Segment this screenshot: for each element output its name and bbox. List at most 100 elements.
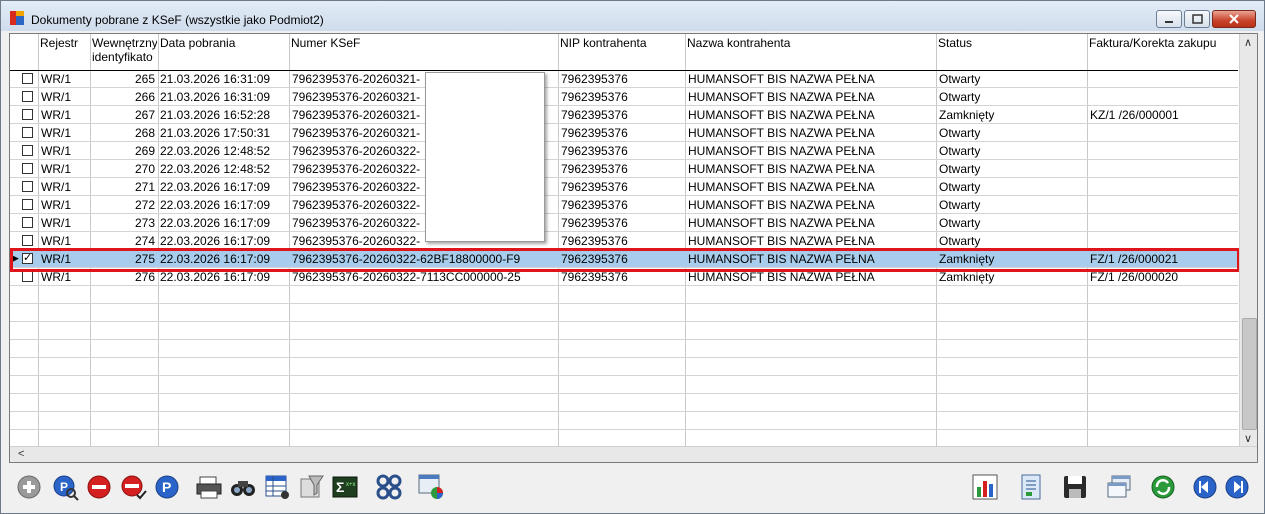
col-header-status[interactable]: Status	[937, 34, 1085, 71]
row-checkbox[interactable]	[22, 127, 33, 138]
cell-status: Zamknięty	[939, 108, 995, 122]
documents-grid[interactable]: Rejestr Wewnętrzny identyfikato Data pob…	[9, 33, 1258, 463]
cell-nip: 7962395376	[561, 144, 628, 158]
col-header-data-pobrania[interactable]: Data pobrania	[159, 34, 287, 71]
modules-icon[interactable]	[375, 473, 403, 501]
col-header-nazwa[interactable]: Nazwa kontrahenta	[686, 34, 934, 71]
cell-nazwa: HUMANSOFT BIS NAZWA PEŁNA	[688, 234, 875, 248]
nav-last-icon[interactable]	[1223, 473, 1251, 501]
scroll-down-icon[interactable]: ∨	[1244, 432, 1252, 445]
cell-nip: 7962395376	[561, 198, 628, 212]
table-row[interactable]: WR/1 268 21.03.2026 17:50:31 7962395376-202…	[10, 124, 1238, 142]
col-header-faktura[interactable]: Faktura/Korekta zakupu	[1088, 34, 1236, 71]
minimize-button[interactable]	[1156, 10, 1182, 28]
col-header-wewnetrzny[interactable]: Wewnętrzny identyfikato	[91, 34, 157, 71]
cell-nazwa: HUMANSOFT BIS NAZWA PEŁNA	[688, 162, 875, 176]
table-row[interactable]: WR/1 273 22.03.2026 16:17:09 7962395376-202…	[10, 214, 1238, 232]
table-row[interactable]: WR/1 267 21.03.2026 16:52:28 7962395376-202…	[10, 106, 1238, 124]
cell-nip: 7962395376	[561, 270, 628, 284]
col-header-wewnetrzny-line1: Wewnętrzny	[92, 36, 157, 50]
cell-rejestr: WR/1	[41, 90, 71, 104]
cell-rejestr: WR/1	[41, 108, 71, 122]
row-checkbox[interactable]	[22, 199, 33, 210]
cell-id: 273	[134, 216, 155, 230]
row-checkbox[interactable]	[22, 145, 33, 156]
filter-icon[interactable]	[297, 473, 325, 501]
row-checkbox[interactable]	[22, 217, 33, 228]
vertical-scrollbar[interactable]: ∧ ∨	[1239, 34, 1257, 446]
cell-status: Otwarty	[939, 144, 981, 158]
row-checkbox[interactable]	[22, 109, 33, 120]
col-header-nip[interactable]: NIP kontrahenta	[559, 34, 684, 71]
cell-id: 274	[134, 234, 155, 248]
row-checkbox[interactable]	[22, 181, 33, 192]
windows-icon[interactable]	[1105, 473, 1133, 501]
scroll-up-icon[interactable]: ∧	[1244, 36, 1252, 49]
maximize-button[interactable]	[1184, 10, 1210, 28]
table-row[interactable]: WR/1 266 21.03.2026 16:31:09 7962395376-202…	[10, 88, 1238, 106]
p-icon[interactable]: P	[153, 473, 181, 501]
cell-data: 22.03.2026 16:17:09	[160, 180, 271, 194]
cell-data: 22.03.2026 16:17:09	[160, 270, 271, 284]
table-row[interactable]: WR/1 270 22.03.2026 12:48:52 7962395376-202…	[10, 160, 1238, 178]
empty-row	[10, 304, 1238, 322]
cell-faktura: FZ/1 /26/000020	[1090, 270, 1179, 284]
cell-nazwa: HUMANSOFT BIS NAZWA PEŁNA	[688, 144, 875, 158]
cell-status: Otwarty	[939, 216, 981, 230]
sum-icon[interactable]: Σx+x	[331, 473, 359, 501]
popup-overlay	[425, 72, 545, 242]
table-row[interactable]: WR/1 265 21.03.2026 16:31:09 7962395376-202…	[10, 70, 1238, 88]
cell-data: 22.03.2026 16:17:09	[160, 234, 271, 248]
cell-nazwa: HUMANSOFT BIS NAZWA PEŁNA	[688, 126, 875, 140]
delete-options-icon[interactable]	[119, 473, 147, 501]
close-icon	[1229, 14, 1239, 24]
cell-rejestr: WR/1	[41, 162, 71, 176]
vertical-scroll-thumb[interactable]	[1242, 318, 1257, 430]
row-checkbox[interactable]	[22, 271, 33, 282]
svg-text:Σ: Σ	[336, 479, 344, 495]
cell-data: 22.03.2026 12:48:52	[160, 144, 271, 158]
scroll-left-icon[interactable]: <	[18, 448, 24, 460]
svg-text:x+x: x+x	[346, 482, 356, 488]
row-checkbox[interactable]	[22, 91, 33, 102]
nav-first-icon[interactable]	[1191, 473, 1219, 501]
cell-rejestr: WR/1	[41, 216, 71, 230]
refresh-icon[interactable]	[1149, 473, 1177, 501]
col-header-numer-ksef[interactable]: Numer KSeF	[290, 34, 556, 71]
row-checkbox[interactable]	[22, 163, 33, 174]
app-icon	[10, 11, 24, 25]
cell-nazwa: HUMANSOFT BIS NAZWA PEŁNA	[688, 180, 875, 194]
cell-id: 271	[134, 180, 155, 194]
cell-id: 276	[134, 270, 155, 284]
empty-row	[10, 358, 1238, 376]
row-checkbox[interactable]	[22, 235, 33, 246]
cell-nazwa: HUMANSOFT BIS NAZWA PEŁNA	[688, 198, 875, 212]
table-row[interactable]: WR/1 272 22.03.2026 16:17:09 7962395376-202…	[10, 196, 1238, 214]
printer-icon[interactable]	[195, 473, 223, 501]
close-button[interactable]	[1212, 10, 1256, 28]
col-header-rejestr[interactable]: Rejestr	[39, 34, 89, 71]
table-row[interactable]: WR/1 271 22.03.2026 16:17:09 7962395376-202…	[10, 178, 1238, 196]
horizontal-scrollbar[interactable]: <	[10, 446, 1257, 462]
cell-status: Zamknięty	[939, 270, 995, 284]
delete-icon[interactable]	[85, 473, 113, 501]
row-checkbox[interactable]	[22, 73, 33, 84]
cell-id: 265	[134, 72, 155, 86]
cell-status: Otwarty	[939, 234, 981, 248]
cell-nip: 7962395376	[561, 216, 628, 230]
chart-window-icon[interactable]	[417, 473, 445, 501]
cell-nip: 7962395376	[561, 180, 628, 194]
save-icon[interactable]	[1061, 473, 1089, 501]
bar-chart-icon[interactable]	[971, 473, 999, 501]
cell-id: 267	[134, 108, 155, 122]
add-icon[interactable]	[15, 473, 43, 501]
search-edit-icon[interactable]: P	[51, 473, 79, 501]
table-filter-icon[interactable]	[263, 473, 291, 501]
empty-row	[10, 340, 1238, 358]
document-icon[interactable]	[1017, 473, 1045, 501]
table-row[interactable]: WR/1 269 22.03.2026 12:48:52 7962395376-202…	[10, 142, 1238, 160]
empty-row	[10, 376, 1238, 394]
toolbar: P P Σx+x	[9, 467, 1258, 507]
binoculars-icon[interactable]	[229, 473, 257, 501]
cell-data: 22.03.2026 16:17:09	[160, 216, 271, 230]
